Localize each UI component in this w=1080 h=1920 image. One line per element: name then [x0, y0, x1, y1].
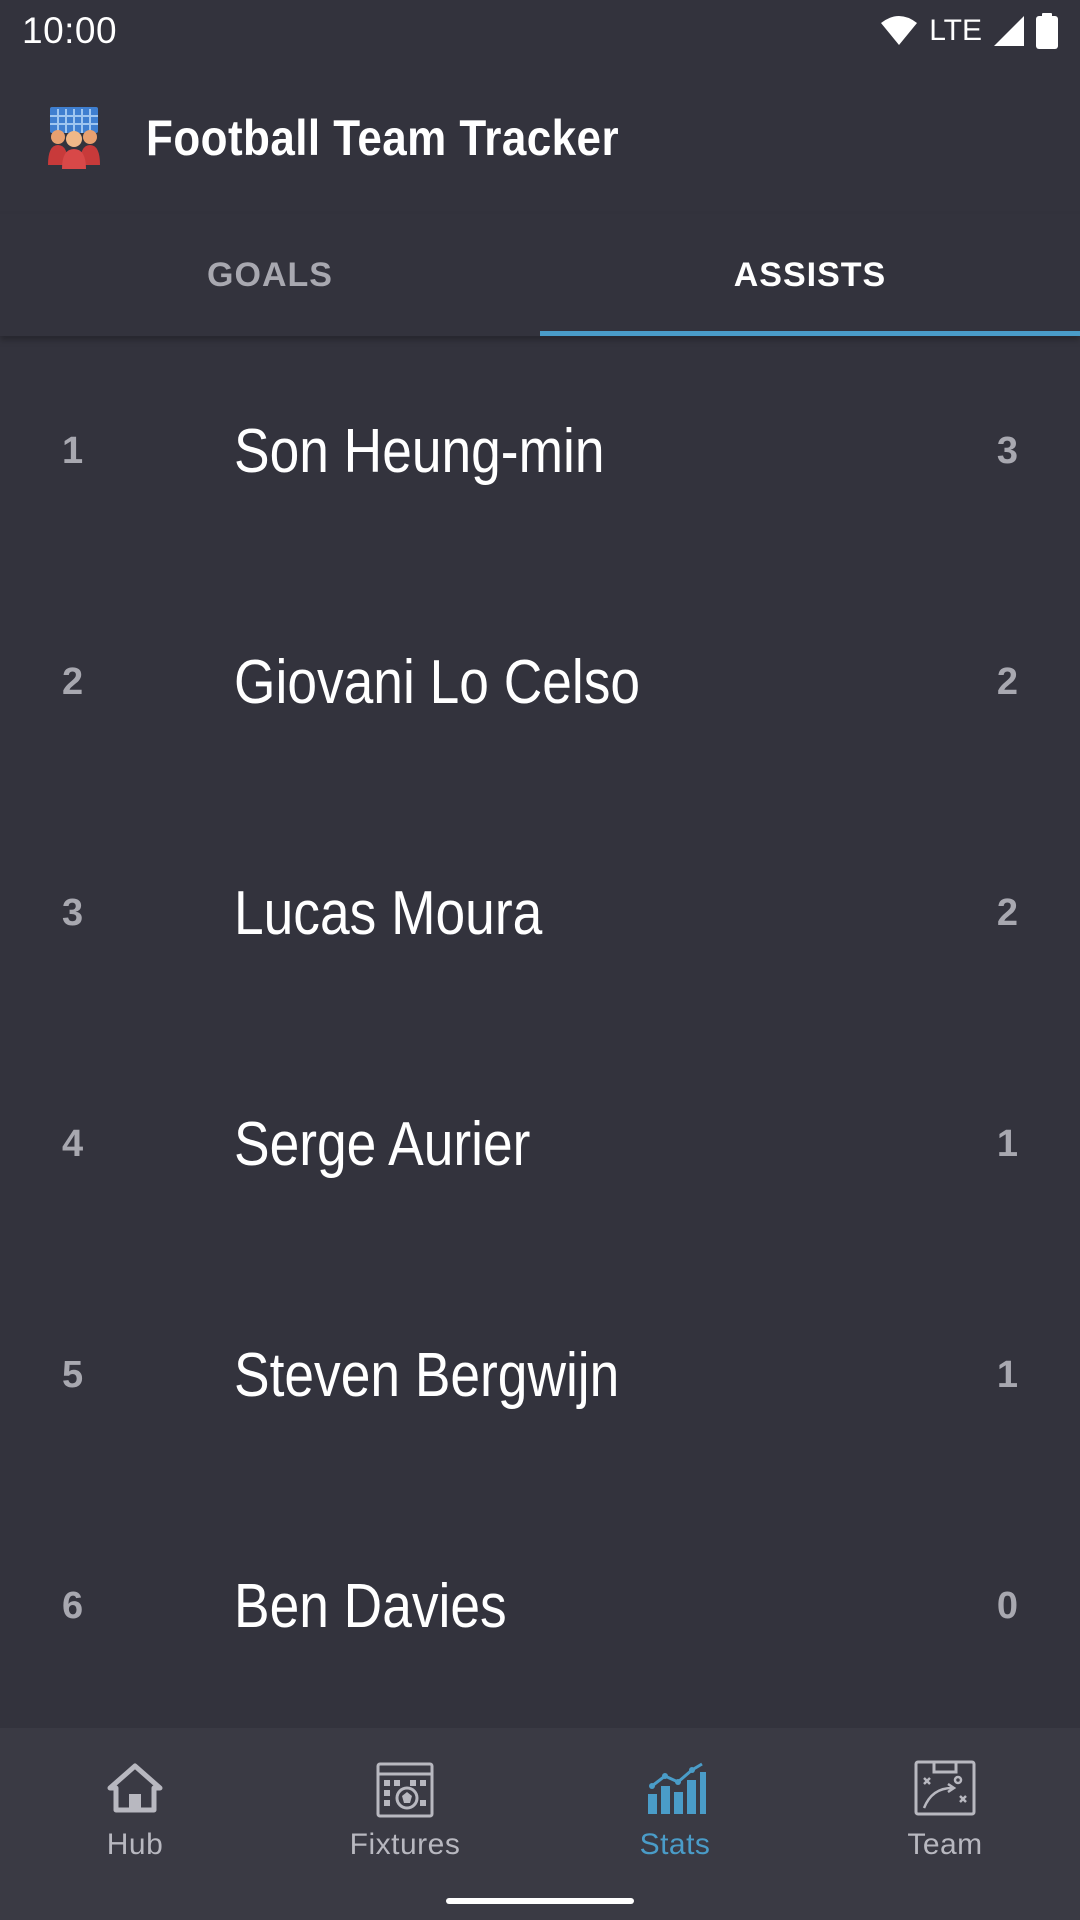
status-bar: 10:00 LTE	[0, 0, 1080, 62]
player-rank: 2	[62, 661, 84, 703]
player-name: Giovani Lo Celso	[234, 648, 641, 717]
nav-label: Team	[907, 1828, 983, 1861]
assist-count: 2	[996, 892, 1018, 934]
battery-icon	[1036, 13, 1058, 49]
network-type: LTE	[929, 14, 982, 47]
player-rank: 5	[62, 1354, 84, 1396]
assist-count: 0	[996, 1585, 1018, 1627]
player-name: Ben Davies	[234, 1572, 507, 1641]
signal-icon	[994, 16, 1024, 46]
player-rank: 4	[62, 1123, 84, 1165]
nav-label: Hub	[106, 1828, 164, 1861]
nav-item-stats[interactable]: Stats	[540, 1728, 810, 1920]
list-item[interactable]: 3 Lucas Moura 2	[0, 798, 1080, 1029]
home-icon	[107, 1763, 163, 1813]
nav-item-fixtures[interactable]: Fixtures	[270, 1728, 540, 1920]
nav-item-hub[interactable]: Hub	[0, 1728, 270, 1920]
player-rank: 1	[62, 430, 84, 472]
player-name: Lucas Moura	[234, 879, 543, 948]
player-name: Steven Bergwijn	[234, 1341, 620, 1410]
list-item[interactable]: 2 Giovani Lo Celso 2	[0, 567, 1080, 798]
nav-label: Fixtures	[349, 1828, 461, 1861]
status-icons: LTE	[879, 13, 1058, 49]
list-item[interactable]: 6 Ben Davies 0	[0, 1491, 1080, 1722]
tactics-board-icon	[914, 1760, 976, 1816]
player-rank: 3	[62, 892, 84, 934]
app-title: Football Team Tracker	[146, 110, 620, 166]
tab-goals[interactable]: GOALS	[0, 214, 540, 336]
stats-tabs: GOALS ASSISTS	[0, 214, 1080, 336]
calendar-icon	[376, 1762, 434, 1818]
assist-count: 3	[996, 430, 1018, 472]
assist-count: 2	[996, 661, 1018, 703]
player-name: Serge Aurier	[234, 1110, 531, 1179]
list-item[interactable]: 1 Son Heung-min 3	[0, 336, 1080, 567]
home-indicator[interactable]	[446, 1898, 634, 1904]
player-name: Son Heung-min	[234, 417, 605, 486]
tab-assists[interactable]: ASSISTS	[540, 214, 1080, 336]
nav-label: Stats	[639, 1828, 711, 1861]
app-bar: Football Team Tracker	[0, 62, 1080, 214]
team-logo-icon	[48, 107, 100, 169]
assist-count: 1	[996, 1354, 1018, 1396]
wifi-icon	[881, 16, 918, 45]
list-item[interactable]: 4 Serge Aurier 1	[0, 1029, 1080, 1260]
bar-chart-icon	[648, 1762, 706, 1814]
assist-count: 1	[996, 1123, 1018, 1165]
player-rank: 6	[62, 1585, 84, 1627]
nav-item-team[interactable]: Team	[810, 1728, 1080, 1920]
bottom-navigation: Hub Fixtures Stats Team	[0, 1728, 1080, 1920]
status-time: 10:00	[22, 10, 118, 51]
list-item[interactable]: 5 Steven Bergwijn 1	[0, 1260, 1080, 1491]
assists-list[interactable]: 1 Son Heung-min 3 2 Giovani Lo Celso 2 3…	[0, 336, 1080, 1728]
